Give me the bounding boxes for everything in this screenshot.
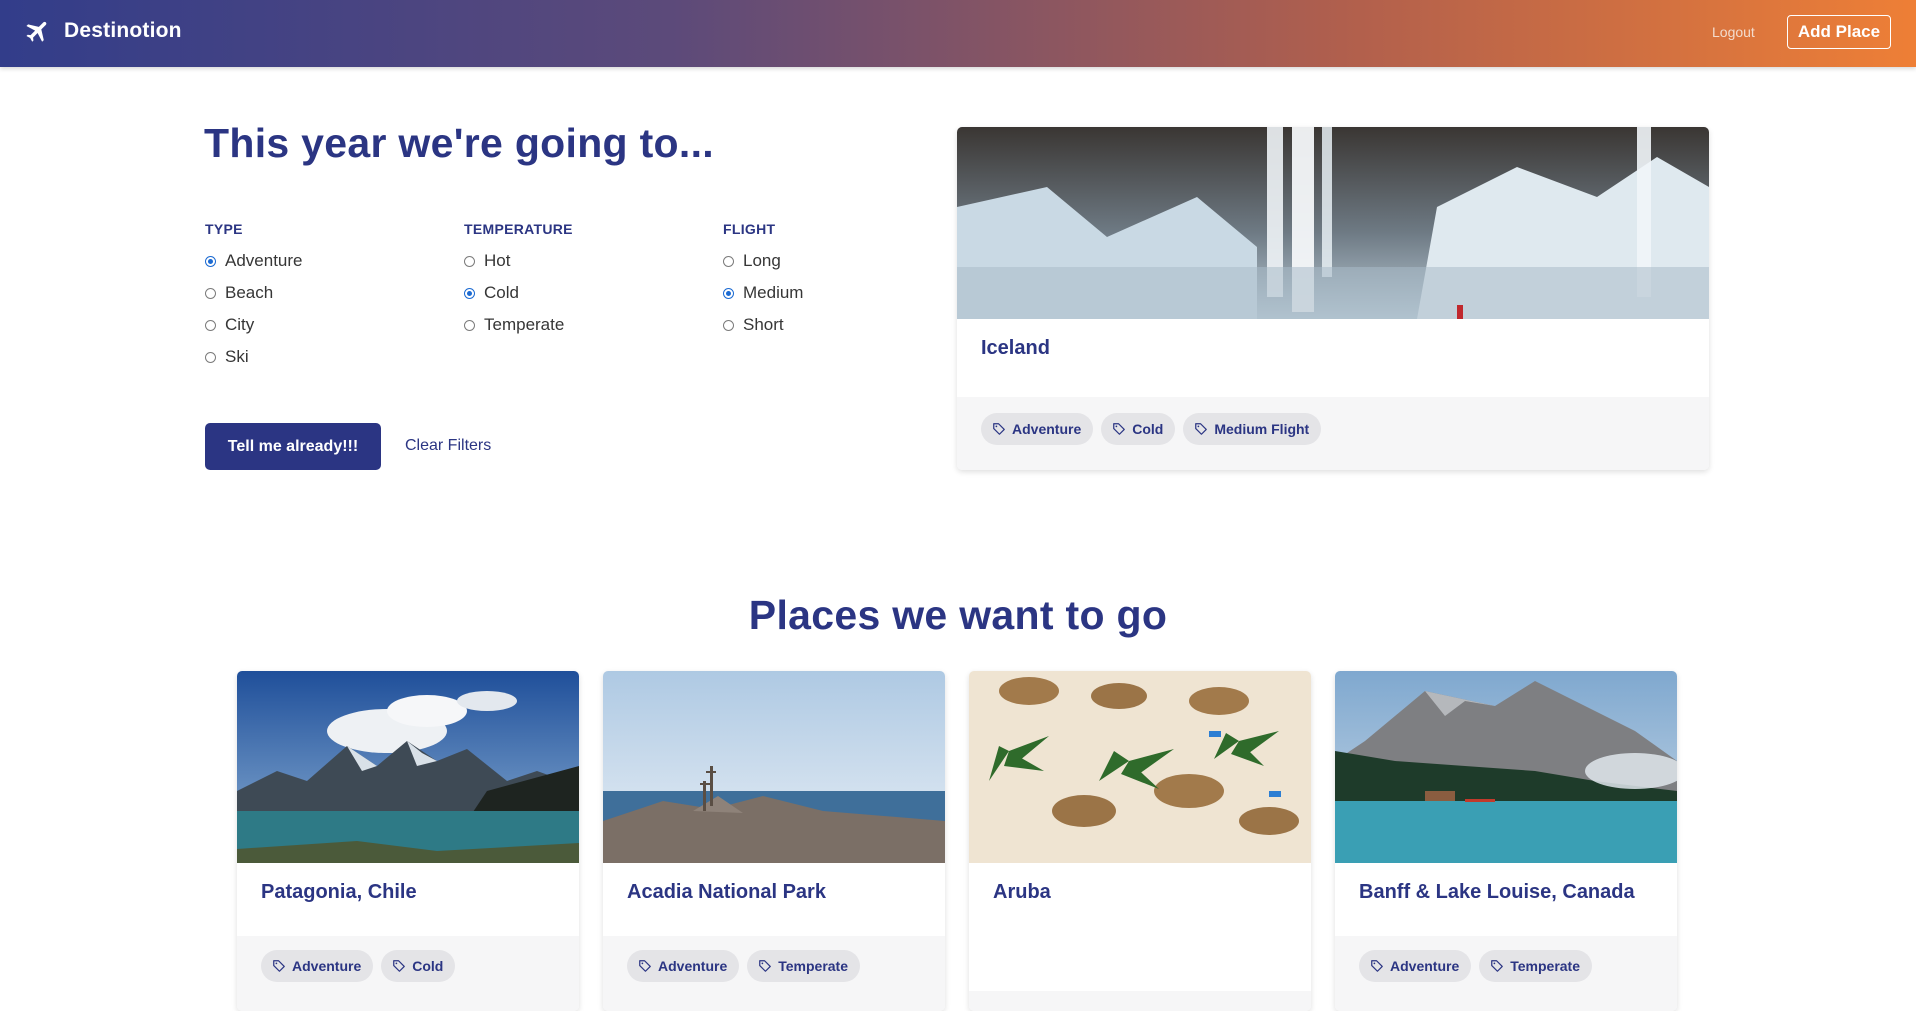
airplane-icon [26,21,47,42]
radio-option-medium[interactable]: Medium [723,277,803,309]
tag-label: Adventure [1012,421,1082,437]
radio-option-short[interactable]: Short [723,309,803,341]
radio-button[interactable] [205,319,216,331]
radio-button[interactable] [464,319,475,331]
place-card-tags: Adventure Temperate [627,950,868,982]
tag-temperate: Temperate [1479,950,1593,982]
radio-label: Short [743,315,784,334]
place-card-title: Aruba [993,881,1051,903]
place-card-footer [969,991,1311,1011]
radio-button[interactable] [205,255,216,267]
place-card-tags: Adventure Temperate [1359,950,1600,982]
tag-label: Adventure [658,958,728,974]
result-card-tags: Adventure Cold Medium Flight [981,413,1329,445]
filter-group-flight: FLIGHT Long Medium Short [723,221,803,341]
place-card-title: Acadia National Park [627,881,826,903]
tell-me-button[interactable]: Tell me already!!! [205,423,381,470]
radio-option-hot[interactable]: Hot [464,245,573,277]
tag-adventure: Adventure [261,950,374,982]
radio-option-city[interactable]: City [205,309,303,341]
tag-cold: Cold [381,950,456,982]
place-card-footer: Adventure Temperate [1335,936,1677,1011]
brand-name: Destinotion [64,19,182,42]
tag-label: Cold [412,958,444,974]
place-card-image [1335,671,1677,863]
tag-label: Cold [1132,421,1164,437]
place-card-footer: Adventure Temperate [603,936,945,1011]
tag-label: Medium Flight [1214,421,1310,437]
filter-label-flight: FLIGHT [723,221,776,237]
filter-label-type: TYPE [205,221,243,237]
place-card-image [603,671,945,863]
place-card[interactable]: Aruba [969,671,1311,1011]
tag-label: Temperate [778,958,849,974]
radio-label: Adventure [225,251,303,270]
brand[interactable]: Destinotion [24,17,182,45]
radio-option-long[interactable]: Long [723,245,803,277]
result-card-footer: Adventure Cold Medium Flight [957,397,1709,470]
radio-label: Cold [484,283,519,302]
place-card[interactable]: Patagonia, Chile Adventure Cold [237,671,579,1011]
radio-button[interactable] [723,287,734,299]
radio-option-ski[interactable]: Ski [205,341,303,373]
radio-button[interactable] [723,319,734,331]
clear-filters-link[interactable]: Clear Filters [405,437,491,455]
radio-label: Beach [225,283,274,302]
radio-button[interactable] [464,255,475,267]
radio-label: Temperate [484,315,565,334]
tag-adventure: Adventure [1359,950,1472,982]
radio-label: Ski [225,347,249,366]
tag-icon [273,960,285,972]
tag-label: Adventure [1390,958,1460,974]
radio-label: Hot [484,251,511,270]
radio-button[interactable] [205,351,216,363]
filter-group-type: TYPE Adventure Beach City Ski [205,221,303,373]
radio-button[interactable] [205,287,216,299]
tag-icon [1195,423,1208,435]
add-place-button[interactable]: Add Place [1787,15,1891,49]
tag-medium-flight: Medium Flight [1183,413,1322,445]
tag-icon [1491,960,1504,972]
tag-adventure: Adventure [627,950,740,982]
tag-label: Temperate [1510,958,1581,974]
place-card-footer: Adventure Cold [237,936,579,1011]
hero-title: This year we're going to... [204,120,714,166]
tag-icon [759,960,772,972]
tag-label: Adventure [292,958,362,974]
radio-option-beach[interactable]: Beach [205,277,303,309]
radio-label: Long [743,251,781,270]
tag-icon [1371,960,1383,972]
place-card-title: Banff & Lake Louise, Canada [1359,881,1635,903]
logout-link[interactable]: Logout [1712,24,1755,40]
tag-temperate: Temperate [747,950,861,982]
tag-cold: Cold [1101,413,1176,445]
filter-label-temperature: TEMPERATURE [464,221,573,237]
result-card-title: Iceland [981,337,1050,359]
radio-option-adventure[interactable]: Adventure [205,245,303,277]
filter-group-temperature: TEMPERATURE Hot Cold Temperate [464,221,573,341]
place-card-title: Patagonia, Chile [261,881,417,903]
result-card-image [957,127,1709,319]
navbar: Destinotion Logout Add Place [0,0,1916,67]
tag-icon [393,960,406,972]
result-card[interactable]: Iceland Adventure Cold Medium Flight [957,127,1709,470]
tag-icon [1113,423,1126,435]
radio-button[interactable] [723,255,734,267]
tag-adventure: Adventure [981,413,1094,445]
place-card-tags: Adventure Cold [261,950,463,982]
place-card-image [237,671,579,863]
radio-label: Medium [743,283,804,302]
places-title: Places we want to go [748,592,1168,638]
tag-icon [639,960,651,972]
radio-option-cold[interactable]: Cold [464,277,573,309]
radio-option-temperate[interactable]: Temperate [464,309,573,341]
radio-label: City [225,315,255,334]
place-card[interactable]: Banff & Lake Louise, Canada Adventure Te… [1335,671,1677,1011]
place-card-image [969,671,1311,863]
radio-button[interactable] [464,287,475,299]
place-card[interactable]: Acadia National Park Adventure Temperate [603,671,945,1011]
tag-icon [993,423,1005,435]
